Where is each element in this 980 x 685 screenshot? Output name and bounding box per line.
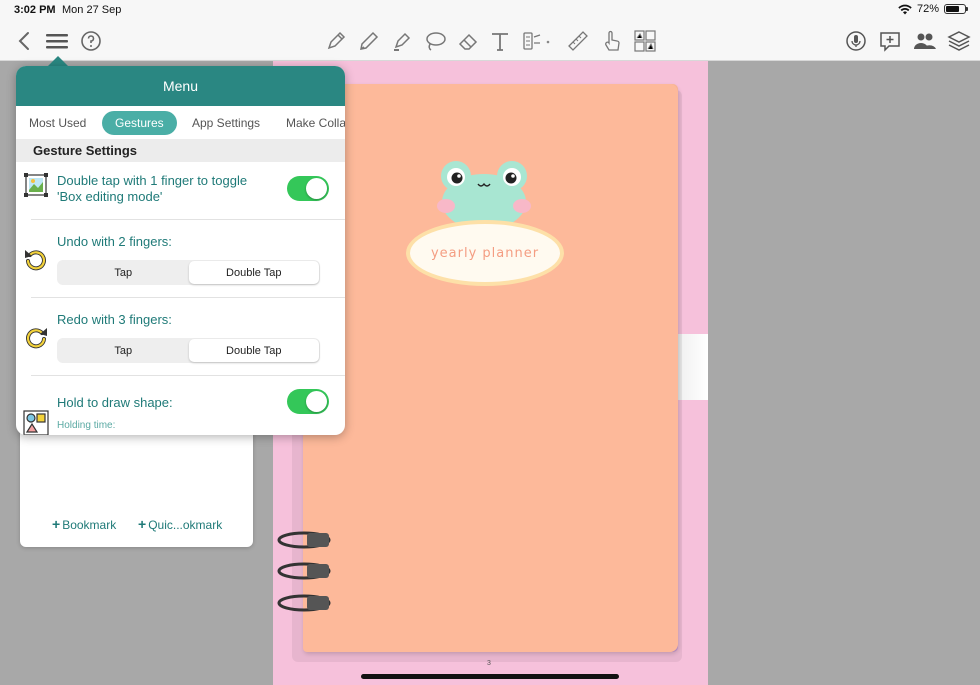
wifi-icon <box>898 4 912 14</box>
undo-label: Undo with 2 fingers: <box>57 234 172 249</box>
frog-illustration <box>437 161 531 228</box>
add-bookmark-label: Bookmark <box>62 518 117 532</box>
toolbar <box>0 20 980 61</box>
hand-pointer-icon[interactable] <box>599 28 625 54</box>
home-indicator[interactable] <box>361 674 619 679</box>
cover-title: yearly planner <box>406 220 564 286</box>
status-indicators: 72% <box>898 3 968 15</box>
redo-icon <box>26 328 47 349</box>
divider <box>31 219 345 220</box>
collaborate-icon[interactable] <box>912 28 938 54</box>
bookmark-panel: + Bookmark + Quic...okmark <box>20 420 253 547</box>
hold-shape-label: Hold to draw shape: <box>57 395 173 410</box>
menu-tab-bar: Most Used Gestures App Settings Make Col… <box>16 106 345 139</box>
page-number: 3 <box>487 660 491 667</box>
box-editing-icon <box>24 173 48 197</box>
plus-icon: + <box>52 516 61 532</box>
separator-dot-icon <box>543 28 553 54</box>
hamburger-menu-icon[interactable] <box>44 28 70 54</box>
status-bar: 3:02 PM Mon 27 Sep 72% <box>0 0 980 20</box>
menu-popover-arrow <box>48 56 68 66</box>
elements-icon[interactable] <box>519 28 545 54</box>
battery-level <box>946 6 959 12</box>
help-icon[interactable] <box>78 28 104 54</box>
undo-icon <box>25 250 46 271</box>
back-chevron-icon[interactable] <box>12 28 38 54</box>
battery-icon <box>944 4 968 14</box>
plus-icon: + <box>138 516 147 532</box>
layers-icon[interactable] <box>946 28 972 54</box>
menu-popover: Menu Most Used Gestures App Settings Mak… <box>16 66 345 435</box>
menu-title: Menu <box>16 66 345 106</box>
text-icon[interactable] <box>487 28 513 54</box>
add-page-icon[interactable] <box>877 28 903 54</box>
holding-time-label: Holding time: <box>57 420 116 431</box>
redo-label: Redo with 3 fingers: <box>57 312 172 327</box>
undo-option-tap[interactable]: Tap <box>58 261 189 284</box>
highlighter-icon[interactable] <box>389 28 415 54</box>
shapes-icon <box>23 410 49 435</box>
double-tap-label-line1: Double tap with 1 finger to toggle <box>57 173 248 188</box>
redo-segmented-control: Tap Double Tap <box>57 338 320 363</box>
divider <box>31 375 345 376</box>
page-edge <box>678 334 708 400</box>
tab-app-settings[interactable]: App Settings <box>192 111 260 135</box>
pen-icon[interactable] <box>323 28 349 54</box>
tab-make-collaborative[interactable]: Make Colla <box>286 111 345 135</box>
status-date: Mon 27 Sep <box>62 4 122 16</box>
quick-bookmark-label: Quic...okmark <box>148 518 223 532</box>
double-tap-toggle[interactable] <box>287 176 329 201</box>
binder-ring-icon <box>277 531 331 549</box>
double-tap-label-line2: 'Box editing mode' <box>57 189 163 204</box>
undo-option-double-tap[interactable]: Double Tap <box>188 261 319 284</box>
binder-ring-icon <box>277 594 331 612</box>
pencil-icon[interactable] <box>356 28 382 54</box>
tab-gestures[interactable]: Gestures <box>102 111 177 135</box>
redo-option-tap[interactable]: Tap <box>58 339 189 362</box>
status-time: 3:02 PM <box>14 4 56 16</box>
battery-percentage: 72% <box>916 3 939 15</box>
tab-most-used[interactable]: Most Used <box>29 111 86 135</box>
quick-bookmark-button[interactable]: + Quic...okmark <box>138 516 222 532</box>
hold-shape-toggle[interactable] <box>287 389 329 414</box>
image-shapes-icon[interactable] <box>632 28 658 54</box>
divider <box>31 297 345 298</box>
lasso-icon[interactable] <box>422 28 448 54</box>
ruler-icon[interactable] <box>565 28 591 54</box>
add-bookmark-button[interactable]: + Bookmark <box>52 516 116 532</box>
redo-option-double-tap[interactable]: Double Tap <box>188 339 319 362</box>
undo-segmented-control: Tap Double Tap <box>57 260 320 285</box>
eraser-icon[interactable] <box>455 28 481 54</box>
binder-ring-icon <box>277 562 331 580</box>
section-title: Gesture Settings <box>16 139 345 162</box>
microphone-icon[interactable] <box>843 28 869 54</box>
